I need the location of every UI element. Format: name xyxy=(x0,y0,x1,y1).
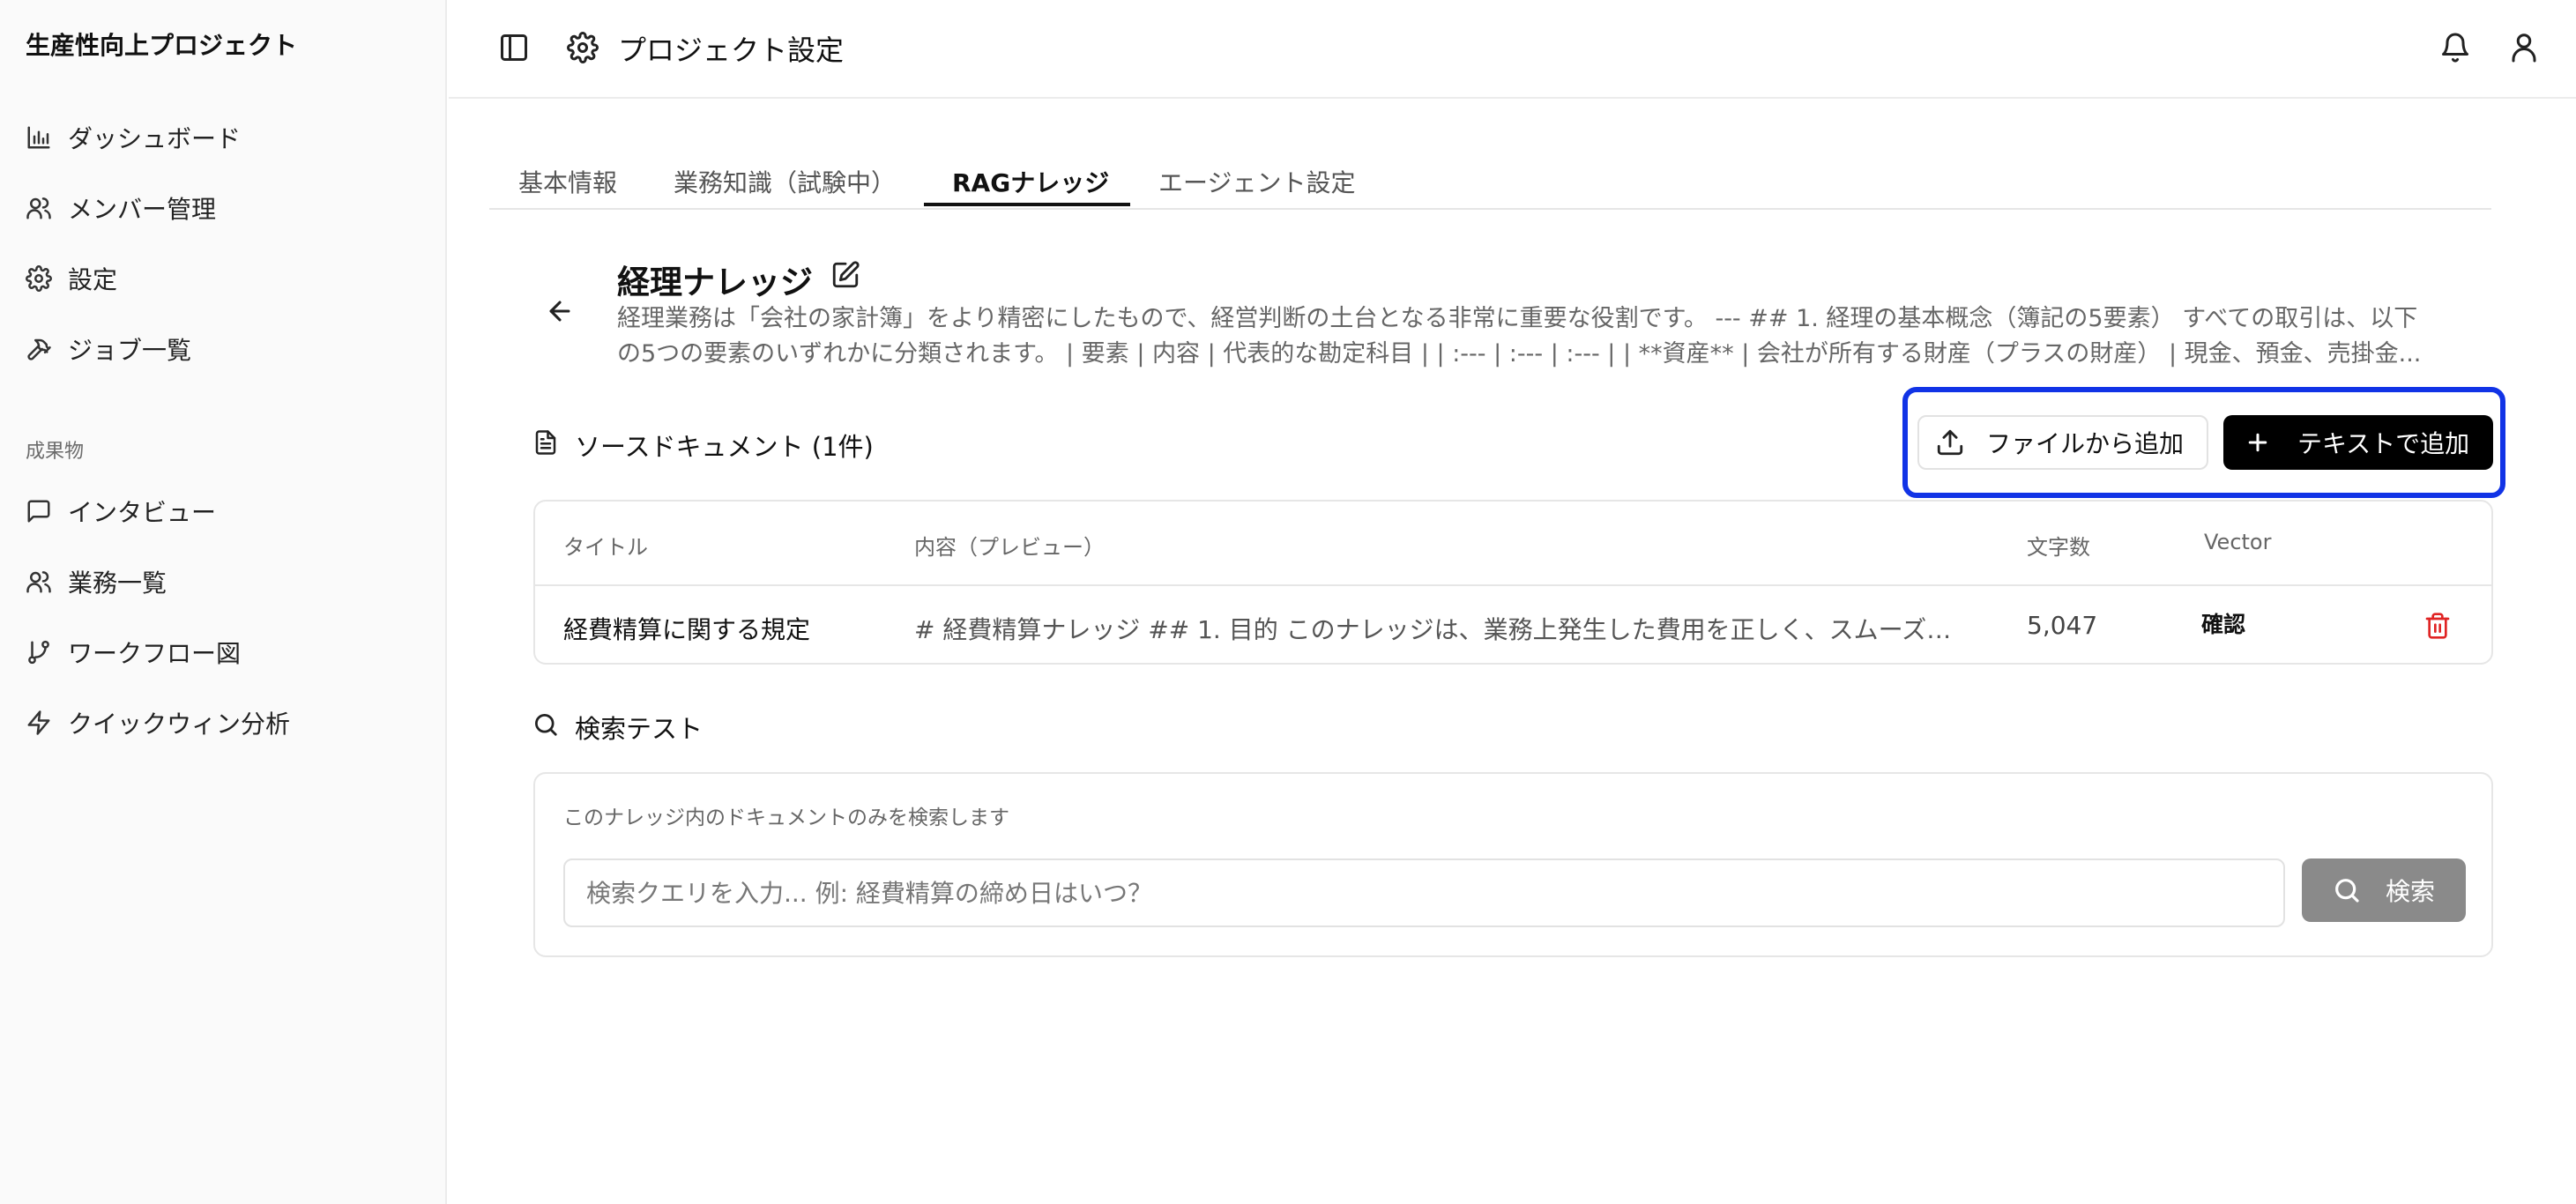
plus-icon xyxy=(2248,433,2267,452)
search-hint: このナレッジ内のドキュメントのみを検索します xyxy=(563,806,1009,829)
gear-icon xyxy=(567,32,599,63)
description-line: 経理業務は「会社の家計簿」をより精密にしたもので、経営判断の土台となる非常に重要… xyxy=(617,305,2418,332)
document-title-cell[interactable]: 経費精算に関する規定 xyxy=(563,611,810,646)
divider xyxy=(535,584,2491,586)
message-square-icon xyxy=(27,500,50,523)
trash-icon[interactable] xyxy=(2423,611,2452,641)
search-button-label: 検索 xyxy=(2385,877,2435,906)
sidebar-item-business-list[interactable]: 業務一覧 xyxy=(26,564,167,599)
tab-rag-knowledge[interactable]: RAGナレッジ xyxy=(952,155,1109,210)
sidebar-item-label: ワークフロー図 xyxy=(68,639,242,668)
document-chars-cell: 5,047 xyxy=(2027,611,2098,640)
sidebar-item-label: メンバー管理 xyxy=(68,195,217,224)
sidebar-item-interview[interactable]: インタビュー xyxy=(26,494,216,529)
knowledge-title: 経理ナレッジ xyxy=(617,264,813,301)
add-by-text-button[interactable]: テキストで追加 xyxy=(2223,415,2493,470)
upload-icon xyxy=(1937,429,1963,456)
active-tab-indicator xyxy=(924,203,1130,206)
sidebar-item-label: ダッシュボード xyxy=(68,124,242,153)
tab-bar: 基本情報 業務知識（試験中） RAGナレッジ エージェント設定 xyxy=(489,146,2491,210)
bar-chart-icon xyxy=(27,126,50,149)
vector-confirm-button[interactable]: 確認 xyxy=(2201,607,2245,639)
search-icon xyxy=(2335,879,2359,903)
sidebar-item-jobs[interactable]: ジョブ一覧 xyxy=(26,331,191,367)
documents-table: タイトル 内容（プレビュー） 文字数 Vector 経費精算に関する規定 # 経… xyxy=(533,500,2493,665)
tab-business-knowledge[interactable]: 業務知識（試験中） xyxy=(674,155,896,210)
sidebar-item-label: インタビュー xyxy=(68,498,217,527)
add-by-text-label: テキストで追加 xyxy=(2297,429,2470,458)
search-icon xyxy=(532,711,559,738)
sidebar-item-quickwin[interactable]: クイックウィン分析 xyxy=(26,705,290,740)
sidebar-section-label: 成果物 xyxy=(26,441,85,463)
column-header-preview: 内容（プレビュー） xyxy=(914,535,1105,560)
bell-icon[interactable] xyxy=(2439,32,2471,63)
gear-icon xyxy=(26,265,52,292)
add-from-file-button[interactable]: ファイルから追加 xyxy=(1917,415,2208,470)
arrow-left-icon[interactable] xyxy=(545,296,575,326)
tab-basic-info[interactable]: 基本情報 xyxy=(518,155,617,210)
knowledge-description: 経理業務は「会社の家計簿」をより精密にしたもので、経営判断の土台となる非常に重要… xyxy=(617,301,2486,372)
sidebar-item-settings[interactable]: 設定 xyxy=(26,261,117,296)
sidebar-item-label: クイックウィン分析 xyxy=(68,710,291,739)
hammer-icon xyxy=(27,338,51,360)
search-input[interactable] xyxy=(563,858,2285,927)
sidebar-item-label: 設定 xyxy=(68,265,118,294)
search-button[interactable]: 検索 xyxy=(2302,858,2466,922)
users-icon xyxy=(26,571,51,593)
source-documents-title: ソースドキュメント (1件) xyxy=(575,432,874,462)
sidebar-toggle-icon[interactable] xyxy=(498,32,530,63)
users-icon xyxy=(26,197,51,219)
column-header-title: タイトル xyxy=(563,535,648,560)
sidebar: 生産性向上プロジェクト ダッシュボード メンバー管理 設定 ジョブ一覧 成果物 … xyxy=(0,0,447,1204)
sidebar-item-members[interactable]: メンバー管理 xyxy=(26,190,216,226)
search-test-title: 検索テスト xyxy=(575,714,704,744)
header: プロジェクト設定 xyxy=(449,0,2576,99)
sidebar-item-workflow[interactable]: ワークフロー図 xyxy=(26,635,241,670)
edit-icon[interactable] xyxy=(830,260,860,290)
description-line: の5つの要素のいずれかに分類されます。 | 要素 | 内容 | 代表的な勘定科目… xyxy=(617,340,2422,368)
column-header-vector: Vector xyxy=(2204,530,2272,554)
git-branch-icon xyxy=(28,640,49,665)
sidebar-item-label: ジョブ一覧 xyxy=(68,336,192,365)
app-title: 生産性向上プロジェクト xyxy=(26,31,298,60)
column-header-chars: 文字数 xyxy=(2027,535,2090,560)
sidebar-item-dashboard[interactable]: ダッシュボード xyxy=(26,120,241,155)
tab-agent-settings[interactable]: エージェント設定 xyxy=(1158,155,1355,210)
document-preview-cell: # 経費精算ナレッジ ## 1. 目的 このナレッジは、業務上発生した費用を正し… xyxy=(914,615,1954,644)
search-card: このナレッジ内のドキュメントのみを検索します 検索 xyxy=(533,772,2493,957)
page-title: プロジェクト設定 xyxy=(618,33,845,67)
add-from-file-label: ファイルから追加 xyxy=(1986,429,2185,458)
sidebar-item-label: 業務一覧 xyxy=(68,569,168,598)
zap-icon xyxy=(27,710,50,735)
user-icon[interactable] xyxy=(2508,32,2540,63)
file-text-icon xyxy=(532,428,559,457)
